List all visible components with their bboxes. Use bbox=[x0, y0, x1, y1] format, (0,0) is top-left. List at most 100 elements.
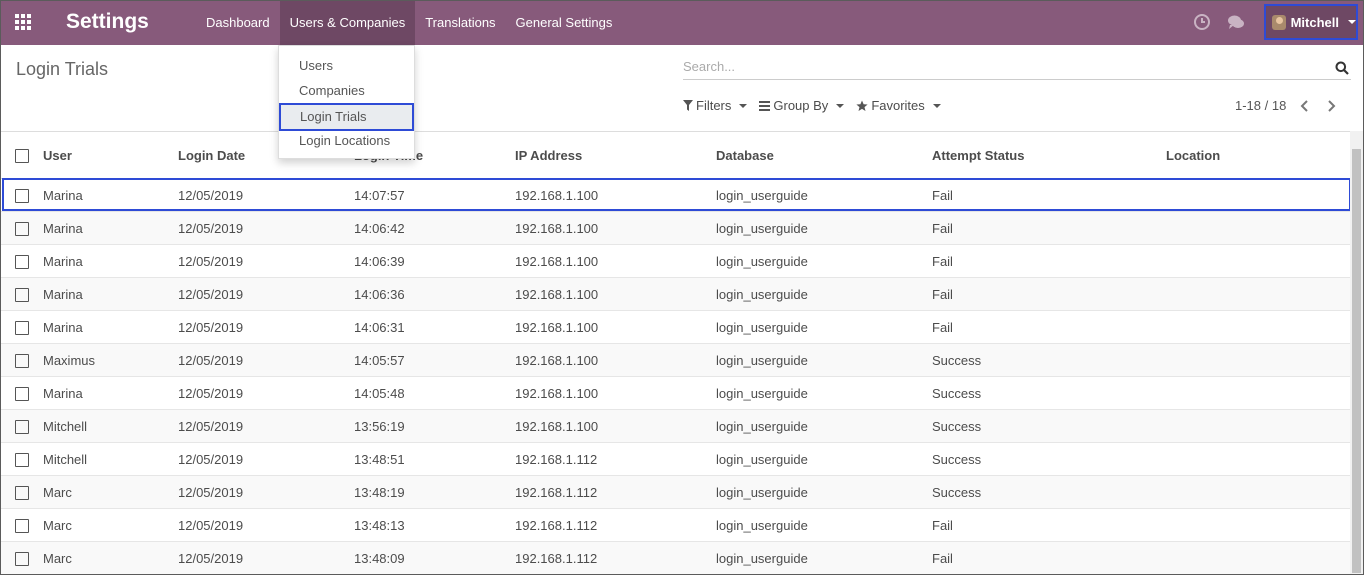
table-row[interactable]: Marc 12/05/2019 13:48:19 192.168.1.112 login… bbox=[1, 475, 1350, 509]
app-title[interactable]: Settings bbox=[66, 10, 149, 34]
table-cell: login_userguide bbox=[716, 376, 932, 410]
row-checkbox[interactable] bbox=[15, 254, 29, 269]
table-row[interactable]: Mitchell 12/05/2019 13:48:51 192.168.1.112 l… bbox=[1, 442, 1350, 476]
column-header[interactable]: Database bbox=[716, 132, 932, 179]
table-cell: Fail bbox=[932, 310, 1166, 344]
table-row[interactable]: Marina 12/05/2019 14:06:31 192.168.1.100 log… bbox=[1, 310, 1350, 344]
dropdown-item-login-trials[interactable]: Login Trials bbox=[279, 103, 414, 131]
table-cell: 192.168.1.100 bbox=[515, 178, 716, 212]
table-cell: 192.168.1.100 bbox=[515, 277, 716, 311]
chevron-right-icon[interactable] bbox=[1324, 99, 1338, 113]
chevron-left-icon[interactable] bbox=[1298, 99, 1312, 113]
column-header[interactable]: Location bbox=[1166, 132, 1350, 179]
row-select-cell bbox=[1, 541, 43, 574]
table-cell: 12/05/2019 bbox=[178, 409, 354, 443]
dropdown-item-users[interactable]: Users bbox=[299, 58, 333, 73]
table-cell: 12/05/2019 bbox=[178, 178, 354, 212]
table-row[interactable]: Maximus 12/05/2019 14:05:57 192.168.1.100 lo… bbox=[1, 343, 1350, 377]
table-cell bbox=[1166, 541, 1350, 574]
list-icon bbox=[759, 100, 771, 111]
row-checkbox[interactable] bbox=[15, 287, 29, 302]
filters-button[interactable]: Filters bbox=[683, 98, 748, 113]
table-cell: login_userguide bbox=[716, 508, 932, 542]
row-checkbox[interactable] bbox=[15, 320, 29, 335]
users-companies-dropdown: Users Companies Login Trials Login Locat… bbox=[278, 45, 415, 159]
dropdown-item-companies[interactable]: Companies bbox=[299, 83, 365, 98]
table-cell bbox=[1166, 277, 1350, 311]
row-select-cell bbox=[1, 277, 43, 311]
app-window: Settings Dashboard Users & Companies Tra… bbox=[0, 0, 1364, 575]
select-all-checkbox[interactable] bbox=[15, 148, 29, 163]
table-cell: login_userguide bbox=[716, 541, 932, 574]
menu-translations[interactable]: Translations bbox=[415, 1, 505, 45]
table-cell: 192.168.1.100 bbox=[515, 211, 716, 245]
list-view: User Login Date Login Time IP Address Da… bbox=[1, 131, 1350, 574]
table-cell: Mitchell bbox=[43, 409, 178, 443]
menu-dashboard[interactable]: Dashboard bbox=[196, 1, 280, 45]
favorites-button[interactable]: Favorites bbox=[856, 98, 941, 113]
chat-icon[interactable] bbox=[1227, 13, 1245, 31]
row-checkbox[interactable] bbox=[15, 221, 29, 236]
table-row[interactable]: Mitchell 12/05/2019 13:56:19 192.168.1.100 l… bbox=[1, 409, 1350, 443]
apps-grid-icon[interactable] bbox=[15, 14, 33, 32]
table-cell: 192.168.1.100 bbox=[515, 310, 716, 344]
search-bar bbox=[683, 57, 1351, 80]
menu-users-companies[interactable]: Users & Companies bbox=[279, 1, 416, 45]
table-cell: 192.168.1.100 bbox=[515, 343, 716, 377]
table-row[interactable]: Marina 12/05/2019 14:06:39 192.168.1.100 log… bbox=[1, 244, 1350, 278]
table-row[interactable]: Marc 12/05/2019 13:48:13 192.168.1.112 login… bbox=[1, 508, 1350, 542]
row-checkbox[interactable] bbox=[15, 386, 29, 401]
search-input[interactable] bbox=[683, 57, 1303, 76]
table-cell: 12/05/2019 bbox=[178, 211, 354, 245]
table-row[interactable]: Marina 12/05/2019 14:06:42 192.168.1.100 log… bbox=[1, 211, 1350, 245]
table-row[interactable]: Marina 12/05/2019 14:06:36 192.168.1.100 log… bbox=[1, 277, 1350, 311]
row-checkbox[interactable] bbox=[15, 518, 29, 533]
menu-general-settings[interactable]: General Settings bbox=[506, 1, 623, 45]
clock-icon[interactable] bbox=[1193, 13, 1211, 31]
user-menu[interactable]: Mitchell bbox=[1264, 4, 1358, 40]
table-cell: 13:48:13 bbox=[354, 508, 515, 542]
table-cell: 12/05/2019 bbox=[178, 541, 354, 574]
table-cell: 12/05/2019 bbox=[178, 343, 354, 377]
select-all-cell bbox=[1, 132, 43, 179]
table-body: Marina 12/05/2019 14:07:57 192.168.1.100 log… bbox=[1, 178, 1350, 574]
table-row[interactable]: Marina 12/05/2019 14:05:48 192.168.1.100 log… bbox=[1, 376, 1350, 410]
table-cell: login_userguide bbox=[716, 475, 932, 509]
table-cell: Fail bbox=[932, 178, 1166, 212]
table-cell: Marina bbox=[43, 211, 178, 245]
column-header[interactable]: IP Address bbox=[515, 132, 716, 179]
group-by-button[interactable]: Group By bbox=[759, 98, 845, 113]
scrollbar[interactable] bbox=[1350, 131, 1363, 574]
table-cell bbox=[1166, 244, 1350, 278]
row-select-cell bbox=[1, 475, 43, 509]
pager-value[interactable]: 1-18 / 18 bbox=[1235, 98, 1286, 113]
table-header: User Login Date Login Time IP Address Da… bbox=[1, 132, 1350, 179]
row-checkbox[interactable] bbox=[15, 353, 29, 368]
pager: 1-18 / 18 bbox=[1235, 98, 1338, 113]
scrollbar-thumb[interactable] bbox=[1352, 149, 1361, 573]
column-header[interactable]: Attempt Status bbox=[932, 132, 1166, 179]
table-cell: Fail bbox=[932, 277, 1166, 311]
column-header[interactable]: User bbox=[43, 132, 178, 179]
row-checkbox[interactable] bbox=[15, 452, 29, 467]
dropdown-item-login-locations[interactable]: Login Locations bbox=[299, 133, 390, 148]
table-cell: 192.168.1.112 bbox=[515, 541, 716, 574]
table-cell: 12/05/2019 bbox=[178, 310, 354, 344]
row-checkbox[interactable] bbox=[15, 551, 29, 566]
table-cell: Success bbox=[932, 409, 1166, 443]
row-checkbox[interactable] bbox=[15, 419, 29, 434]
table-cell: login_userguide bbox=[716, 244, 932, 278]
row-checkbox[interactable] bbox=[15, 485, 29, 500]
page-title: Login Trials bbox=[16, 59, 109, 79]
table-cell: Marina bbox=[43, 244, 178, 278]
table-cell: login_userguide bbox=[716, 442, 932, 476]
table-row[interactable]: Marc 12/05/2019 13:48:09 192.168.1.112 login… bbox=[1, 541, 1350, 574]
table-cell bbox=[1166, 508, 1350, 542]
table-cell: 192.168.1.112 bbox=[515, 508, 716, 542]
table-cell: Fail bbox=[932, 541, 1166, 574]
table-row[interactable]: Marina 12/05/2019 14:07:57 192.168.1.100 log… bbox=[1, 178, 1350, 212]
row-select-cell bbox=[1, 442, 43, 476]
row-checkbox[interactable] bbox=[15, 188, 29, 203]
search-icon[interactable] bbox=[1335, 61, 1349, 75]
row-select-cell bbox=[1, 178, 43, 212]
